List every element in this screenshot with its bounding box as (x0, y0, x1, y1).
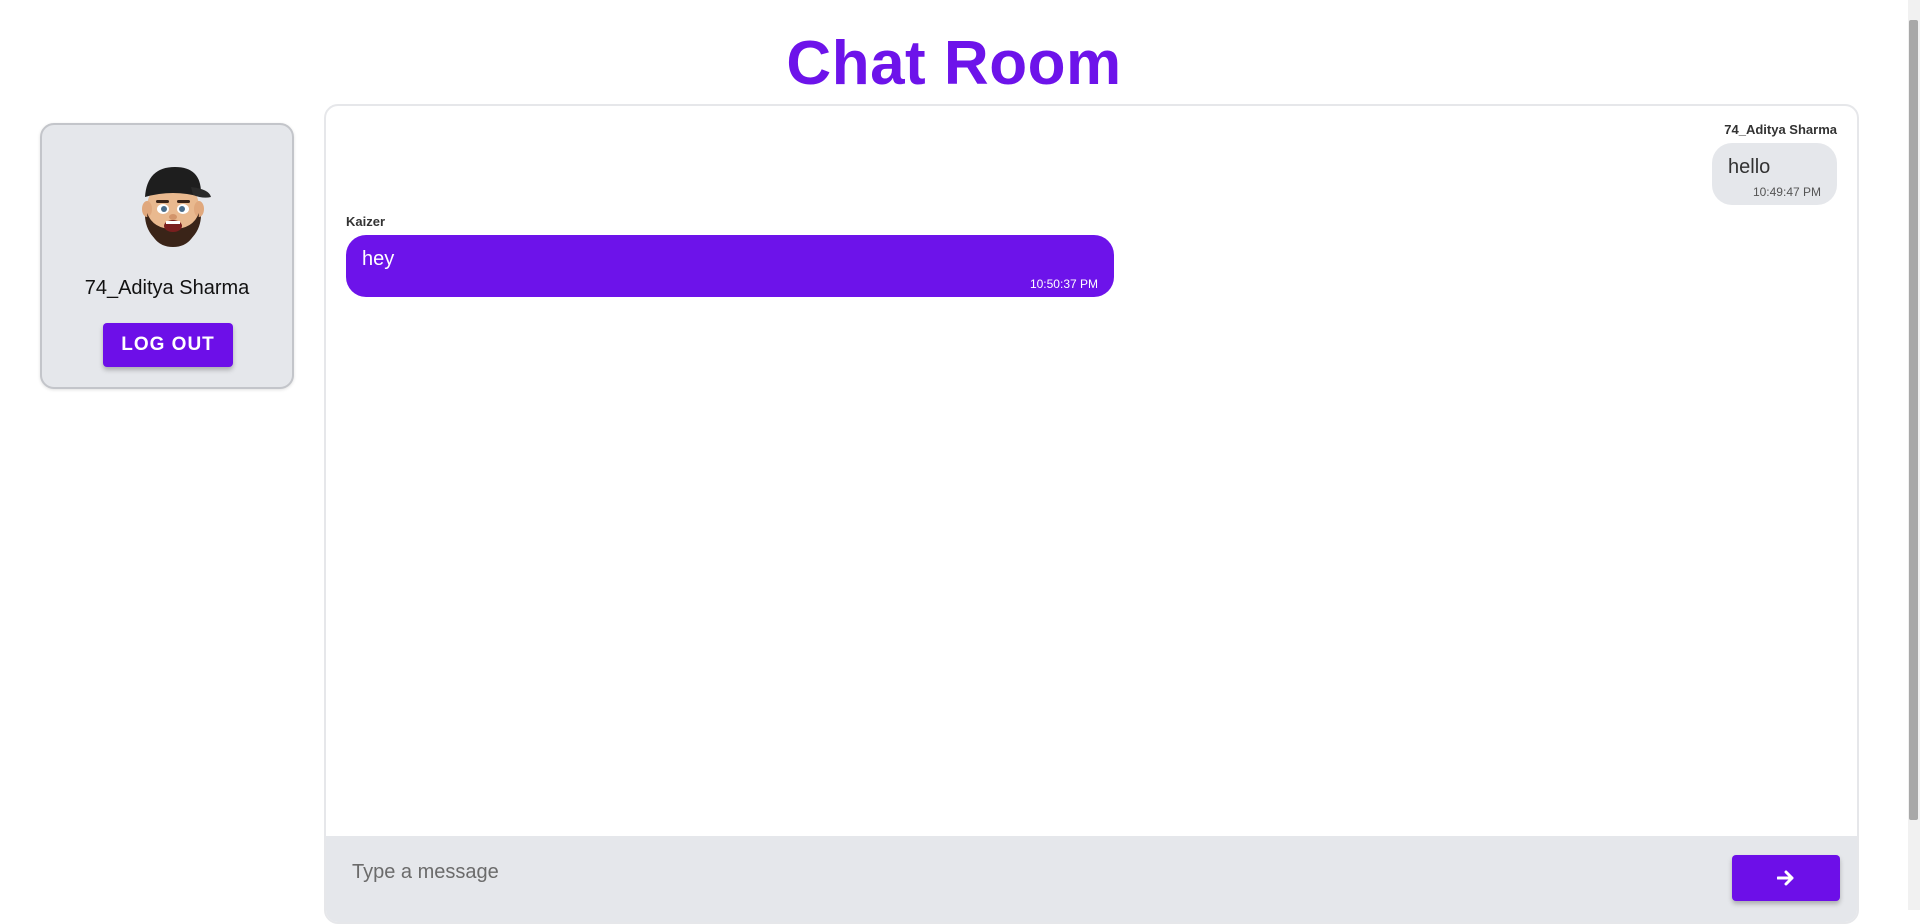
profile-name: 74_Aditya Sharma (84, 277, 250, 299)
message-bubble: hello 10:49:47 PM (1712, 143, 1837, 205)
profile-card: 74_Aditya Sharma LOG OUT (40, 123, 294, 389)
scrollbar-thumb[interactable] (1909, 20, 1918, 820)
page-scrollbar[interactable] (1908, 0, 1920, 910)
message-time: 10:49:47 PM (1752, 185, 1821, 199)
logout-button[interactable]: LOG OUT (103, 323, 233, 367)
page-title: Chat Room (786, 29, 1122, 98)
message-input[interactable] (336, 844, 1636, 900)
message-time: 10:50:37 PM (1029, 277, 1098, 291)
message-other: Kaizer hey 10:50:37 PM (346, 214, 1114, 297)
message-own: 74_Aditya Sharma hello 10:49:47 PM (1712, 122, 1837, 205)
compose-bar (326, 836, 1857, 922)
message-text: hello (1728, 156, 1771, 178)
chat-panel: 74_Aditya Sharma hello 10:49:47 PM Kaize… (324, 104, 1859, 924)
message-bubble: hey 10:50:37 PM (346, 235, 1114, 297)
arrow-right-icon (1777, 870, 1794, 886)
send-button[interactable] (1732, 855, 1840, 901)
message-sender: 74_Aditya Sharma (1724, 122, 1837, 137)
message-sender: Kaizer (346, 214, 386, 229)
avatar (142, 167, 211, 247)
message-text: hey (362, 248, 395, 270)
